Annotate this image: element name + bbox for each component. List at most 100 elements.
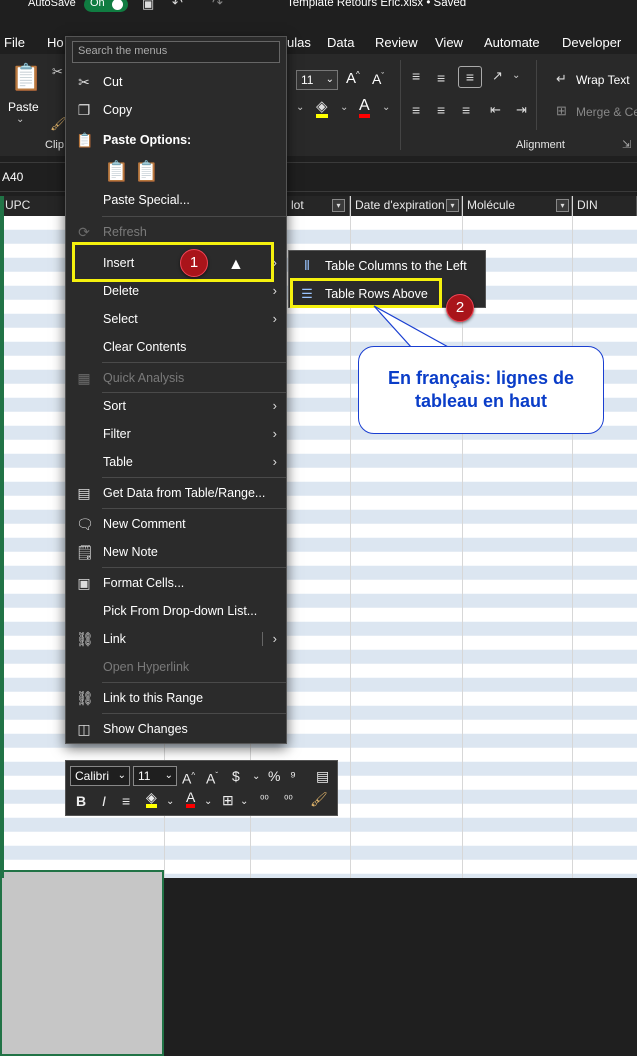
tab-developer[interactable]: Developer <box>562 35 621 50</box>
chevron-down-icon[interactable]: ⌄ <box>512 70 520 81</box>
menu-item-new-comment[interactable]: 🗨 New Comment <box>66 511 286 537</box>
font-size-box[interactable]: 11 ⌄ <box>296 70 338 90</box>
wrap-text-label[interactable]: Wrap Text <box>576 73 630 87</box>
menu-item-show-changes[interactable]: ◫ Show Changes <box>66 716 286 742</box>
filter-dropdown-icon[interactable]: ▾ <box>556 199 569 212</box>
menu-item-sort[interactable]: Sort › <box>66 393 286 419</box>
menu-item-clear-contents[interactable]: Clear Contents <box>66 334 286 360</box>
save-icon[interactable]: ▣ <box>142 0 154 12</box>
tab-formulas[interactable]: ulas <box>287 35 311 50</box>
tab-data[interactable]: Data <box>327 35 354 50</box>
autosave-toggle[interactable]: On <box>84 0 128 12</box>
menu-item-get-data[interactable]: ▤ Get Data from Table/Range... <box>66 480 286 506</box>
decrease-font-icon[interactable]: Aˇ <box>206 768 218 787</box>
tab-file[interactable]: File <box>4 35 25 50</box>
chevron-down-icon[interactable]: ⌄ <box>340 102 348 113</box>
show-changes-icon: ◫ <box>77 721 91 737</box>
bold-icon[interactable]: B <box>76 793 86 809</box>
paste-label[interactable]: Paste <box>8 100 39 114</box>
percent-icon[interactable]: % <box>268 768 280 784</box>
chevron-down-icon[interactable]: ⌄ <box>240 794 248 810</box>
increase-indent-icon[interactable]: ⇥ <box>516 102 527 118</box>
fill-color-icon[interactable]: ◈ <box>316 99 328 118</box>
italic-icon[interactable]: I <box>102 793 106 809</box>
menu-item-filter[interactable]: Filter › <box>66 421 286 447</box>
align-center-icon[interactable]: ≡ <box>437 102 445 118</box>
font-name-box[interactable]: Calibri ⌄ <box>70 766 130 786</box>
name-box[interactable]: A40 <box>2 170 23 184</box>
menu-item-paste-special[interactable]: Paste Special... <box>66 187 286 213</box>
paste-values-icon[interactable]: 📋 <box>134 159 159 184</box>
menu-item-link-to-range[interactable]: ⛓ Link to this Range <box>66 685 286 711</box>
menu-item-table[interactable]: Table › <box>66 449 286 475</box>
header-din[interactable]: DIN <box>572 196 637 216</box>
grid-line <box>572 196 573 878</box>
paste-icon[interactable]: 📋 <box>10 62 42 93</box>
align-center-icon[interactable]: ≡ <box>122 793 130 809</box>
align-bottom-icon[interactable]: ≡ <box>458 66 482 88</box>
chevron-down-icon[interactable]: ⌄ <box>382 102 390 113</box>
decrease-indent-icon[interactable]: ⇤ <box>490 102 501 118</box>
font-color-icon[interactable]: A <box>186 790 196 808</box>
align-top-icon[interactable]: ≡ <box>412 68 420 84</box>
font-color-icon[interactable]: A <box>359 98 370 118</box>
callout-line-1: En français: lignes de <box>387 368 575 388</box>
context-menu: Search the menus ✂ Cut ❐ Copy 📋 Paste Optio… <box>65 36 287 744</box>
filter-dropdown-icon[interactable]: ▾ <box>332 199 345 212</box>
menu-item-pick-dropdown[interactable]: Pick From Drop-down List... <box>66 598 286 624</box>
tab-automate[interactable]: Automate <box>484 35 540 50</box>
currency-icon[interactable]: $ <box>232 768 240 784</box>
tab-view[interactable]: View <box>435 35 463 50</box>
header-molecule[interactable]: Molécule ▾ <box>462 196 572 216</box>
menu-separator <box>102 216 286 217</box>
align-middle-icon[interactable]: ≡ <box>437 70 445 86</box>
menu-item-cut[interactable]: ✂ Cut <box>66 69 286 95</box>
title-bar: AutoSave On ▣ ↶ ↷ Template Retours Eric.… <box>0 0 637 14</box>
submenu-item-columns-left[interactable]: ⫴ Table Columns to the Left <box>289 253 485 279</box>
scissors-icon[interactable]: ✂ <box>52 64 63 80</box>
menu-item-format-cells[interactable]: ▣ Format Cells... <box>66 570 286 596</box>
chevron-down-icon[interactable]: ⌄ <box>296 102 304 113</box>
insert-columns-icon: ⫴ <box>304 258 310 273</box>
increase-font-icon[interactable]: A^ <box>182 768 195 787</box>
dialog-launcher-icon[interactable]: ⇲ <box>622 138 631 151</box>
merge-icon[interactable]: ⊞ <box>556 103 567 119</box>
menu-search-input[interactable]: Search the menus <box>72 41 280 63</box>
fill-color-icon[interactable]: ◈ <box>146 790 157 808</box>
tab-review[interactable]: Review <box>375 35 418 50</box>
header-date-expiration[interactable]: Date d'expiration ▾ <box>350 196 462 216</box>
menu-item-copy[interactable]: ❐ Copy <box>66 97 286 123</box>
wrap-text-icon[interactable]: ↵ <box>556 71 567 87</box>
sheet-left-edge <box>0 196 4 878</box>
chevron-down-icon[interactable]: ⌄ <box>16 114 24 125</box>
filter-dropdown-icon[interactable]: ▾ <box>446 199 459 212</box>
borders-icon[interactable]: ⊞ <box>222 792 234 808</box>
comma-style-icon[interactable]: ⁹ <box>290 768 296 784</box>
decrease-decimal-icon[interactable]: ⁰⁰ <box>284 792 293 808</box>
decrease-font-icon[interactable]: Aˇ <box>372 71 384 87</box>
chevron-down-icon[interactable]: ⌄ <box>166 794 174 810</box>
tab-home[interactable]: Ho <box>47 35 64 50</box>
menu-separator <box>102 682 286 683</box>
orientation-icon[interactable]: ↗ <box>492 68 503 84</box>
merge-center-label[interactable]: Merge & Ce <box>576 105 637 119</box>
menu-item-select[interactable]: Select › <box>66 306 286 332</box>
font-size-box[interactable]: 11 ⌄ <box>133 766 177 786</box>
redo-icon[interactable]: ↷ <box>212 0 223 11</box>
chevron-right-icon: › <box>272 311 277 326</box>
chevron-down-icon[interactable]: ⌄ <box>204 794 212 810</box>
increase-font-icon[interactable]: A^ <box>346 70 360 87</box>
format-table-icon[interactable]: ▤ <box>316 768 329 784</box>
selected-range[interactable] <box>0 870 164 1056</box>
align-right-icon[interactable]: ≡ <box>462 102 470 118</box>
align-left-icon[interactable]: ≡ <box>412 102 420 118</box>
menu-item-new-note[interactable]: 🗒 New Note <box>66 539 286 565</box>
paste-option-icon[interactable]: 📋 <box>104 159 129 184</box>
document-title[interactable]: Template Retours Eric.xlsx • Saved <box>287 0 466 9</box>
menu-item-link[interactable]: ⛓ Link › <box>66 626 286 652</box>
format-painter-icon[interactable]: 🖌 <box>310 791 328 807</box>
increase-decimal-icon[interactable]: ⁰⁰ <box>260 792 269 808</box>
undo-icon[interactable]: ↶ <box>172 0 183 11</box>
chevron-down-icon[interactable]: ⌄ <box>252 769 260 785</box>
header-lot[interactable]: lot ▾ <box>286 196 350 216</box>
